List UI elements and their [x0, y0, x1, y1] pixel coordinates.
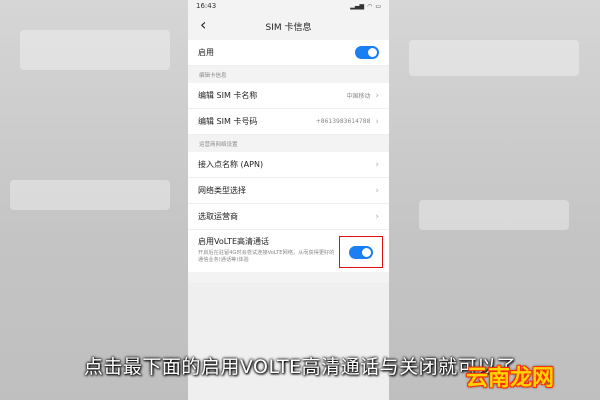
- enable-sim-row[interactable]: 启用: [188, 40, 389, 66]
- chevron-right-icon: ›: [375, 90, 379, 101]
- blurred-block: [419, 200, 569, 230]
- page-title: SIM 卡信息: [265, 22, 312, 33]
- edit-sim-number-label: 编辑 SIM 卡号码: [198, 117, 258, 126]
- blurred-block: [10, 180, 170, 210]
- highlight-box: [339, 236, 383, 268]
- volte-row[interactable]: 启用VoLTE高清通话 开启后在驻留4G时会尝试连接VoLTE网络，从而获得更好…: [188, 230, 389, 272]
- apn-row[interactable]: 接入点名称 (APN) ›: [188, 152, 389, 178]
- volte-description: 开启后在驻留4G时会尝试连接VoLTE网络，从而获得更好的通信业务(通话等)体验: [198, 250, 335, 263]
- enable-sim-toggle[interactable]: [355, 46, 379, 59]
- edit-sim-name-row[interactable]: 编辑 SIM 卡名称 中国移动 ›: [188, 83, 389, 109]
- section-header-network: 运营商网络设置: [188, 135, 389, 152]
- blurred-block: [20, 30, 170, 70]
- phone-screen: 16:43 ▂▄▆ ◠ ▭ ‹ SIM 卡信息 启用 编辑卡信息 编辑 SIM …: [188, 0, 389, 400]
- section-header-edit: 编辑卡信息: [188, 66, 389, 83]
- toggle-knob: [362, 247, 371, 257]
- carrier-row[interactable]: 选取运营商 ›: [188, 204, 389, 230]
- edit-sim-number-row[interactable]: 编辑 SIM 卡号码 +8613983614788 ›: [188, 109, 389, 135]
- edit-sim-name-label: 编辑 SIM 卡名称: [198, 91, 258, 100]
- network-type-label: 网络类型选择: [198, 186, 246, 195]
- chevron-right-icon: ›: [375, 116, 379, 127]
- sim-name-value: 中国移动: [346, 93, 371, 100]
- chevron-right-icon: ›: [375, 211, 379, 222]
- background-right: [389, 0, 600, 400]
- volte-toggle[interactable]: [349, 245, 373, 259]
- background-left: [0, 0, 188, 400]
- signal-icon: ▂▄▆: [350, 2, 365, 10]
- back-arrow-icon[interactable]: ‹: [200, 16, 206, 34]
- watermark-logo: 云南龙网: [466, 366, 555, 391]
- carrier-label: 选取运营商: [198, 212, 238, 221]
- status-icons: ▂▄▆ ◠ ▭: [350, 3, 381, 10]
- toggle-knob: [368, 48, 377, 57]
- network-type-row[interactable]: 网络类型选择 ›: [188, 178, 389, 204]
- status-time: 16:43: [196, 2, 217, 10]
- wifi-icon: ◠: [367, 2, 373, 10]
- chevron-right-icon: ›: [375, 185, 379, 196]
- empty-area: [188, 283, 389, 400]
- sim-number-value: +8613983614788: [315, 118, 371, 125]
- apn-label: 接入点名称 (APN): [198, 160, 264, 169]
- page-header: ‹ SIM 卡信息: [188, 12, 389, 40]
- chevron-right-icon: ›: [375, 159, 379, 170]
- status-bar: 16:43 ▂▄▆ ◠ ▭: [188, 0, 389, 12]
- enable-sim-label: 启用: [198, 48, 214, 57]
- battery-icon: ▭: [375, 2, 381, 10]
- blurred-block: [409, 40, 579, 76]
